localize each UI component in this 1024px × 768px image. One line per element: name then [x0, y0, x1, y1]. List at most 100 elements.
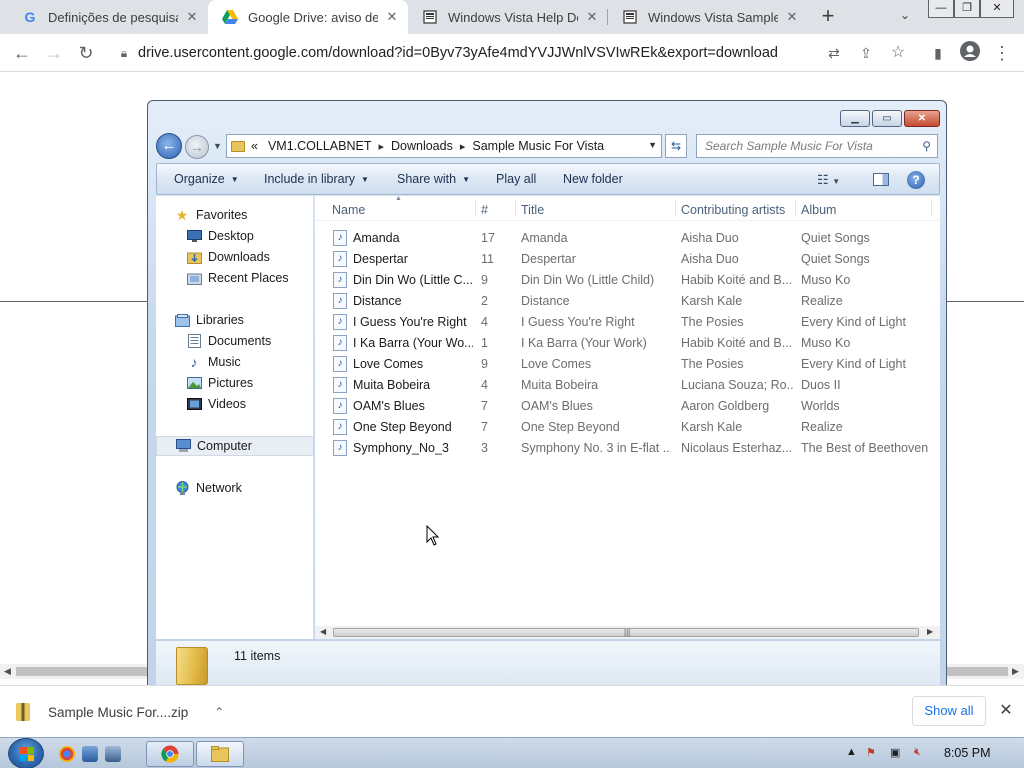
taskbar-chrome-button[interactable]: [146, 741, 194, 767]
forward-button-icon[interactable]: →: [185, 135, 209, 159]
menu-kebab-icon[interactable]: ⋮: [990, 41, 1014, 65]
file-list-horizontal-scrollbar[interactable]: ◀ ||| ▶: [315, 626, 940, 639]
table-row[interactable]: ♪ Love Comes 9 Love Comes The Posies Every Ki…: [315, 354, 940, 375]
chrome-quicklaunch-icon[interactable]: [59, 746, 75, 762]
show-all-button[interactable]: Show all: [912, 696, 986, 726]
include-in-library-button[interactable]: Include in library ▼: [264, 172, 369, 186]
switch-windows-icon[interactable]: [105, 746, 121, 762]
contributing-artists: The Posies: [681, 357, 744, 371]
new-tab-plus-icon[interactable]: +: [816, 5, 840, 29]
scroll-grip-icon: |||: [624, 628, 631, 637]
chevron-right-icon[interactable]: ▸: [460, 140, 466, 153]
column-name[interactable]: Name: [332, 203, 365, 217]
column-divider[interactable]: [795, 200, 796, 217]
share-with-button[interactable]: Share with ▼: [397, 172, 470, 186]
translate-icon[interactable]: ⇄: [822, 41, 846, 65]
restore-window-icon[interactable]: ❐: [954, 0, 980, 18]
organize-button[interactable]: Organize ▼: [174, 172, 239, 186]
table-row[interactable]: ♪ Despertar 11 Despertar Aisha Duo Quiet Song…: [315, 249, 940, 270]
lock-icon[interactable]: 🔒︎: [110, 46, 138, 61]
refresh-icon[interactable]: ⇆: [665, 134, 687, 158]
table-row[interactable]: ♪ I Ka Barra (Your Wo... 1 I Ka Barra (Your…: [315, 333, 940, 354]
back-arrow-icon[interactable]: ←: [10, 41, 34, 65]
minimize-window-icon[interactable]: —: [928, 0, 954, 18]
nav-computer[interactable]: Computer: [156, 436, 314, 456]
view-options-icon[interactable]: ☷ ▼: [817, 172, 840, 188]
download-item[interactable]: Sample Music For....zip ⌃: [16, 698, 224, 726]
nav-libraries[interactable]: Libraries: [174, 310, 332, 330]
close-icon[interactable]: ✕: [904, 110, 940, 127]
search-icon[interactable]: ⚲: [922, 135, 931, 157]
play-all-button[interactable]: Play all: [496, 172, 536, 186]
close-tab-icon[interactable]: ✕: [584, 9, 600, 25]
maximize-icon[interactable]: ▭: [872, 110, 902, 127]
breadcrumb-vm1-collabnet[interactable]: VM1.COLLABNET: [268, 139, 372, 153]
address-bar[interactable]: 🔒︎ drive.usercontent.google.com/download…: [110, 38, 920, 68]
table-row[interactable]: ♪ OAM's Blues 7 OAM's Blues Aaron Goldberg Wo…: [315, 396, 940, 417]
column-album[interactable]: Album: [801, 203, 836, 217]
taskbar-clock[interactable]: 8:05 PM: [944, 746, 991, 760]
reload-icon[interactable]: ↻: [74, 41, 98, 65]
scroll-right-icon[interactable]: ▶: [1012, 666, 1019, 677]
close-download-bar-icon[interactable]: ✕: [996, 700, 1016, 720]
column-divider[interactable]: [515, 200, 516, 217]
show-desktop-icon[interactable]: [82, 746, 98, 762]
back-button-icon[interactable]: ←: [156, 133, 182, 159]
table-row[interactable]: ♪ One Step Beyond 7 One Step Beyond Karsh Ka…: [315, 417, 940, 438]
table-row[interactable]: ♪ Muita Bobeira 4 Muita Bobeira Luciana Souz…: [315, 375, 940, 396]
close-window-icon[interactable]: ✕: [980, 0, 1014, 18]
help-icon[interactable]: ?: [907, 171, 925, 189]
chevron-right-icon[interactable]: ▸: [378, 140, 384, 153]
contributing-artists: Karsh Kale: [681, 294, 743, 308]
close-tab-icon[interactable]: ✕: [384, 9, 400, 25]
tab-search-settings[interactable]: G Definições de pesquisa ✕: [8, 0, 208, 34]
column-title[interactable]: Title: [521, 203, 544, 217]
column-track-number[interactable]: #: [481, 203, 488, 217]
column-divider[interactable]: [931, 200, 932, 217]
breadcrumb-overflow[interactable]: «: [251, 139, 258, 153]
new-folder-button[interactable]: New folder: [563, 172, 623, 186]
tab-google-drive[interactable]: Google Drive: aviso de ve ✕: [208, 0, 408, 34]
nav-network[interactable]: Network: [174, 478, 332, 498]
document-page-icon: [422, 9, 438, 25]
table-row[interactable]: ♪ I Guess You're Right 4 I Guess You're Rig…: [315, 312, 940, 333]
address-dropdown-icon[interactable]: ▼: [648, 140, 657, 150]
scroll-thumb[interactable]: |||: [333, 628, 919, 637]
chevron-up-icon[interactable]: ⌃: [214, 705, 224, 719]
side-panel-icon[interactable]: ▮: [926, 41, 950, 65]
share-icon[interactable]: ⇪: [854, 41, 878, 65]
close-tab-icon[interactable]: ✕: [784, 9, 800, 25]
nav-favorites[interactable]: ★ Favorites: [174, 205, 332, 225]
bookmark-star-icon[interactable]: ☆: [886, 41, 910, 65]
show-hidden-icons-icon[interactable]: ▲: [846, 746, 857, 758]
table-row[interactable]: ♪ Distance 2 Distance Karsh Kale Realize: [315, 291, 940, 312]
network-status-icon[interactable]: ▣: [890, 746, 900, 759]
explorer-search-input[interactable]: Search Sample Music For Vista ⚲: [696, 134, 938, 158]
breadcrumb-sample-music[interactable]: Sample Music For Vista: [472, 139, 604, 153]
scroll-left-icon[interactable]: ◀: [320, 627, 326, 636]
recent-pages-dropdown-icon[interactable]: ▼: [213, 141, 222, 151]
explorer-window: ▁ ▭ ✕ ← → ▼ « VM1.COLLABNET ▸ Downloads …: [147, 100, 947, 698]
breadcrumb-downloads[interactable]: Downloads: [391, 139, 453, 153]
table-row[interactable]: ♪ Symphony_No_3 3 Symphony No. 3 in E-flat …: [315, 438, 940, 459]
chevron-down-icon[interactable]: ⌄: [896, 8, 914, 26]
column-contributing-artists[interactable]: Contributing artists: [681, 203, 785, 217]
minimize-icon[interactable]: ▁: [840, 110, 870, 127]
column-divider[interactable]: [475, 200, 476, 217]
preview-pane-icon[interactable]: [873, 173, 889, 186]
profile-avatar-icon[interactable]: [958, 41, 982, 65]
start-button[interactable]: [8, 738, 44, 768]
forward-arrow-icon[interactable]: →: [42, 41, 66, 65]
tab-vista-help-demo[interactable]: Windows Vista Help Dem ✕: [408, 0, 608, 34]
action-center-flag-icon[interactable]: ⚑: [866, 746, 876, 759]
explorer-address-bar[interactable]: « VM1.COLLABNET ▸ Downloads ▸ Sample Mus…: [226, 134, 662, 158]
column-divider[interactable]: [675, 200, 676, 217]
taskbar-explorer-button[interactable]: [196, 741, 244, 767]
table-row[interactable]: ♪ Amanda 17 Amanda Aisha Duo Quiet Songs: [315, 228, 940, 249]
scroll-right-icon[interactable]: ▶: [927, 627, 933, 636]
volume-muted-icon[interactable]: 🔇︎: [914, 746, 921, 759]
close-tab-icon[interactable]: ✕: [184, 9, 200, 25]
table-row[interactable]: ♪ Din Din Wo (Little C... 9 Din Din Wo (Lit…: [315, 270, 940, 291]
scroll-left-icon[interactable]: ◀: [4, 666, 11, 677]
tab-vista-sample[interactable]: Windows Vista Sample V ✕: [608, 0, 808, 34]
